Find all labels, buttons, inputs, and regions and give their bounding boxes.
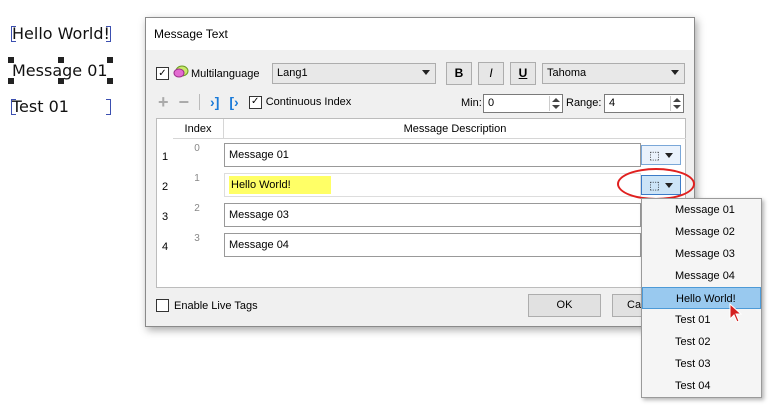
message-cell[interactable]: Message 01 <box>224 143 641 167</box>
dropdown-item-message04[interactable]: Message 04 <box>642 265 761 287</box>
continuous-index-label: Continuous Index <box>265 96 352 108</box>
message-cell[interactable]: Message 04 <box>224 233 641 257</box>
min-spinbox[interactable]: 0 <box>483 94 563 113</box>
row-index: 0 <box>194 143 200 154</box>
annotation-circle <box>617 168 695 200</box>
message-cell[interactable]: Hello World! <box>224 173 641 197</box>
message-picker-button[interactable]: ⬚ <box>641 145 681 165</box>
min-value: 0 <box>488 97 495 109</box>
dropdown-item-test02[interactable]: Test 02 <box>642 331 761 353</box>
spin-arrows-icon[interactable] <box>670 96 682 111</box>
dropdown-item-test01[interactable]: Test 01 <box>642 309 761 331</box>
dropdown-item-message03[interactable]: Message 03 <box>642 243 761 265</box>
highlighted-text: Hello World! <box>229 176 331 194</box>
canvas-label-hello[interactable]: Hello World! <box>12 24 110 43</box>
dropdown-item-message02[interactable]: Message 02 <box>642 221 761 243</box>
selection-bracket-left <box>11 99 16 115</box>
enable-live-tags-checkbox[interactable] <box>156 299 169 312</box>
description-column-header[interactable]: Message Description <box>223 119 686 139</box>
row-number: 2 <box>161 181 169 193</box>
language-select[interactable]: Lang1 <box>272 63 436 84</box>
resize-handle[interactable] <box>107 57 113 63</box>
bold-button[interactable]: B <box>446 62 472 85</box>
chevron-down-icon <box>671 70 679 75</box>
font-value: Tahoma <box>547 67 587 79</box>
ok-button[interactable]: OK <box>528 294 601 317</box>
selection-bracket-left <box>11 26 16 42</box>
cancel-button[interactable]: Ca <box>612 294 642 317</box>
dropdown-item-test03[interactable]: Test 03 <box>642 353 761 375</box>
mouse-cursor-icon <box>729 303 743 323</box>
message-dropdown-list: Message 01 Message 02 Message 03 Message… <box>641 198 762 398</box>
spin-arrows-icon[interactable] <box>549 96 561 111</box>
row-number: 1 <box>161 151 169 163</box>
dialog-title: Message Text <box>146 18 694 50</box>
selection-bracket-right <box>106 26 111 42</box>
row-index: 3 <box>194 233 200 244</box>
range-value: 4 <box>609 97 616 109</box>
dropdown-item-hello-world[interactable]: Hello World! <box>642 287 761 309</box>
selection-bracket-right <box>106 99 111 115</box>
remove-icon[interactable]: − <box>179 93 190 111</box>
continuous-index-checkbox[interactable]: ✓ <box>248 95 262 109</box>
italic-button[interactable]: I <box>478 62 504 85</box>
language-value: Lang1 <box>277 67 308 79</box>
font-select[interactable]: Tahoma <box>542 63 685 84</box>
resize-handle[interactable] <box>8 57 14 63</box>
multilanguage-checkbox[interactable]: ✓ <box>156 67 169 80</box>
step-into-icon[interactable]: ›] <box>210 94 219 110</box>
row-index: 1 <box>194 173 200 184</box>
add-icon[interactable]: + <box>158 93 169 111</box>
resize-handle[interactable] <box>58 57 64 63</box>
underline-button[interactable]: U <box>510 62 536 85</box>
message-text-dialog: Message Text ✓ Multilanguage Lang1 B I U… <box>145 17 695 327</box>
row-index: 2 <box>194 203 200 214</box>
range-label: Range: <box>566 97 602 109</box>
enable-live-tags-label: Enable Live Tags <box>174 299 258 312</box>
continue-icon[interactable]: [› <box>229 94 238 110</box>
dropdown-item-message01[interactable]: Message 01 <box>642 199 761 221</box>
resize-handle[interactable] <box>8 78 14 84</box>
resize-handle[interactable] <box>107 78 113 84</box>
message-grid: Index Message Description 1 0 Message 01… <box>156 118 686 288</box>
cursor-icon: ⬚ <box>649 149 660 162</box>
speech-bubble-icon <box>173 65 189 82</box>
row-number: 4 <box>161 241 169 253</box>
min-label: Min: <box>461 97 482 109</box>
chevron-down-icon <box>422 70 430 75</box>
dropdown-item-test04[interactable]: Test 04 <box>642 375 761 397</box>
separator <box>199 94 201 110</box>
index-column-header[interactable]: Index <box>173 119 223 139</box>
chevron-down-icon <box>664 152 673 158</box>
canvas-label-test01[interactable]: Test 01 <box>12 97 69 116</box>
range-spinbox[interactable]: 4 <box>604 94 684 113</box>
multilanguage-option[interactable]: ✓ Multilanguage <box>156 65 260 82</box>
row-number: 3 <box>161 211 169 223</box>
message-cell[interactable]: Message 03 <box>224 203 641 227</box>
multilanguage-label: Multilanguage <box>191 67 260 80</box>
resize-handle[interactable] <box>58 78 64 84</box>
